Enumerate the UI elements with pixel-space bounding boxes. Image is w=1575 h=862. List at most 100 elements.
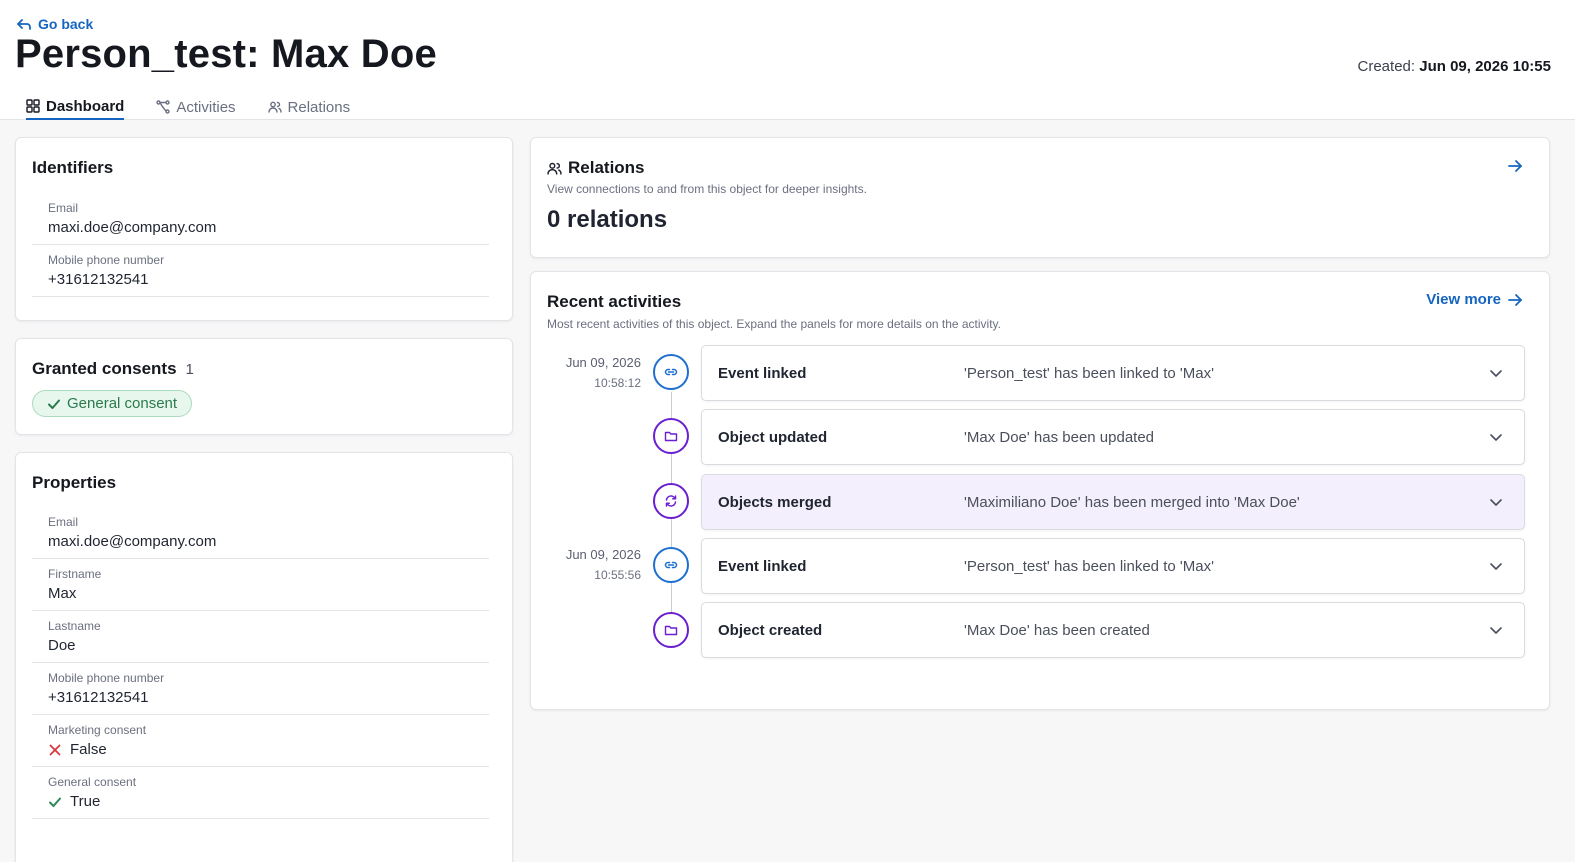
go-back-label: Go back — [38, 16, 94, 32]
field-label: Mobile phone number — [48, 253, 165, 267]
activity-row[interactable]: Object created 'Max Doe' has been create… — [701, 602, 1525, 658]
recent-activities-card: Recent activities Most recent activities… — [530, 271, 1550, 710]
granted-consents-card: Granted consents 1 General consent — [15, 338, 513, 435]
field-value: Doe — [48, 637, 76, 654]
view-more-label: View more — [1426, 291, 1501, 308]
check-icon — [49, 797, 61, 807]
grid-icon — [26, 99, 40, 113]
chevron-down-icon[interactable] — [1488, 429, 1504, 445]
tab-dashboard-label: Dashboard — [46, 97, 125, 115]
property-field-marketing-consent: Marketing consent False — [32, 715, 489, 767]
go-back-link[interactable]: Go back — [16, 16, 93, 32]
chevron-down-icon[interactable] — [1488, 558, 1504, 574]
activity-description: 'Maximiliano Doe' has been merged into '… — [964, 493, 1300, 511]
timeline-node — [653, 547, 689, 583]
relations-title: Relations — [568, 158, 645, 177]
identifiers-card: Identifiers Email maxi.doe@company.com M… — [15, 137, 513, 321]
folder-icon — [664, 431, 678, 442]
identifiers-title: Identifiers — [32, 158, 114, 177]
activity-row[interactable]: Object updated 'Max Doe' has been update… — [701, 409, 1525, 465]
field-value: maxi.doe@company.com — [48, 219, 217, 236]
relations-open-button[interactable] — [1507, 158, 1523, 174]
field-value-boolean: False — [48, 741, 489, 758]
created-info: Created: Jun 09, 2026 10:55 — [1358, 58, 1551, 75]
arrow-right-icon — [1508, 160, 1522, 172]
field-label: Email — [48, 201, 79, 215]
tab-activities[interactable]: Activities — [156, 94, 236, 120]
identifier-field-phone: Mobile phone number +31612132541 — [32, 245, 489, 297]
field-label: Firstname — [48, 567, 102, 581]
folder-icon — [664, 625, 678, 636]
timeline-date: Jun 09, 2026 — [565, 355, 641, 370]
cross-icon — [49, 744, 61, 755]
flow-icon — [156, 100, 171, 114]
field-label: Email — [48, 515, 79, 529]
consent-chip-general: General consent — [32, 390, 193, 417]
consents-count: 1 — [185, 361, 194, 378]
created-label: Created: — [1357, 58, 1416, 75]
activity-type: Event linked — [718, 364, 807, 382]
activity-type: Object updated — [718, 428, 828, 446]
tab-relations-label: Relations — [287, 98, 351, 116]
field-label: Lastname — [48, 619, 101, 633]
activity-type: Event linked — [718, 557, 807, 575]
activity-description: 'Max Doe' has been created — [964, 621, 1150, 639]
field-value: +31612132541 — [48, 271, 149, 288]
view-more-button[interactable]: View more — [1426, 291, 1523, 308]
field-label: Marketing consent — [48, 723, 147, 737]
activity-row[interactable]: Event linked 'Person_test' has been link… — [701, 538, 1525, 594]
activity-description: 'Person_test' has been linked to 'Max' — [964, 364, 1214, 382]
timeline-time: 10:58:12 — [594, 376, 641, 390]
properties-title: Properties — [32, 473, 117, 492]
link-icon — [664, 561, 678, 569]
field-value-boolean: True — [48, 793, 489, 810]
property-field-firstname: Firstname Max — [32, 559, 489, 611]
timeline-node — [653, 354, 689, 390]
recent-activities-title: Recent activities — [547, 292, 682, 311]
boolean-text: True — [70, 793, 101, 810]
identifier-field-email: Email maxi.doe@company.com — [32, 193, 489, 245]
tab-activities-label: Activities — [176, 98, 236, 116]
tab-dashboard[interactable]: Dashboard — [26, 94, 125, 120]
relations-count: 0 relations — [547, 206, 668, 233]
chevron-down-icon[interactable] — [1488, 494, 1504, 510]
consents-title: Granted consents — [32, 359, 177, 378]
relations-card: Relations View connections to and from t… — [530, 137, 1550, 258]
timeline-date-group: Jun 09, 2026 10:55:56 — [531, 545, 641, 585]
timeline-time: 10:55:56 — [594, 568, 641, 582]
timeline-node — [653, 612, 689, 648]
recent-activities-subtitle: Most recent activities of this object. E… — [547, 317, 1002, 331]
tab-bar: Dashboard Activities Relations — [26, 94, 350, 120]
property-field-general-consent: General consent True — [32, 767, 489, 819]
relations-subtitle: View connections to and from this object… — [547, 182, 867, 196]
arrow-back-icon — [17, 19, 31, 30]
created-value: Jun 09, 2026 10:55 — [1419, 58, 1551, 75]
field-label: General consent — [48, 775, 137, 789]
boolean-text: False — [70, 741, 107, 758]
activity-description: 'Max Doe' has been updated — [964, 428, 1155, 446]
property-field-phone: Mobile phone number +31612132541 — [32, 663, 489, 715]
timeline-node — [653, 483, 689, 519]
field-value: +31612132541 — [48, 689, 149, 706]
timeline-node — [653, 418, 689, 454]
field-value: maxi.doe@company.com — [48, 533, 217, 550]
activity-type: Object created — [718, 621, 823, 639]
users-icon — [267, 101, 282, 113]
arrow-right-icon — [1508, 293, 1522, 306]
tab-relations[interactable]: Relations — [267, 94, 351, 120]
merge-icon — [665, 495, 677, 507]
chevron-down-icon[interactable] — [1488, 622, 1504, 638]
field-value: Max — [48, 585, 77, 602]
page-header: Go back Person_test: Max Doe Created: Ju… — [0, 0, 1575, 120]
link-icon — [664, 368, 678, 376]
activity-description: 'Person_test' has been linked to 'Max' — [964, 557, 1214, 575]
timeline-date-group: Jun 09, 2026 10:58:12 — [531, 353, 641, 393]
activity-type: Objects merged — [718, 493, 832, 511]
activity-row[interactable]: Objects merged 'Maximiliano Doe' has bee… — [701, 474, 1525, 530]
property-field-email: Email maxi.doe@company.com — [32, 507, 489, 559]
chevron-down-icon[interactable] — [1488, 365, 1504, 381]
field-label: Mobile phone number — [48, 671, 165, 685]
timeline-date: Jun 09, 2026 — [565, 547, 641, 562]
activity-row[interactable]: Event linked 'Person_test' has been link… — [701, 345, 1525, 401]
page-title: Person_test: Max Doe — [15, 32, 437, 76]
